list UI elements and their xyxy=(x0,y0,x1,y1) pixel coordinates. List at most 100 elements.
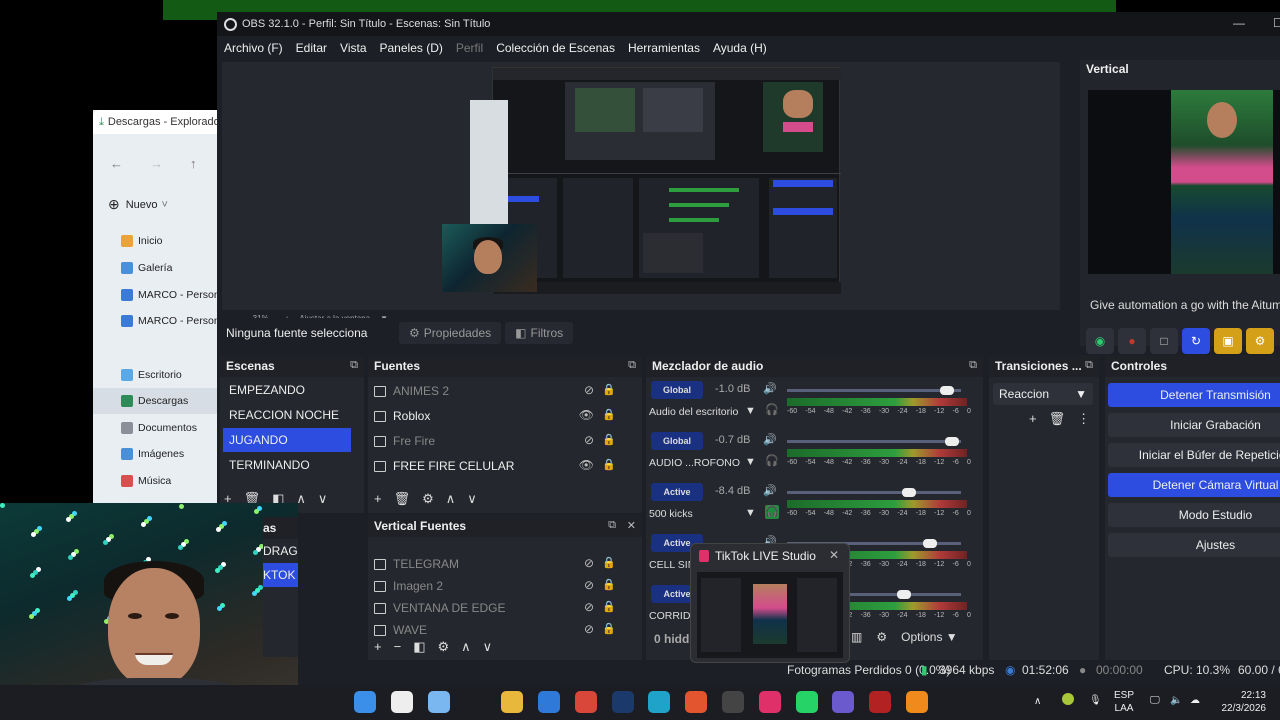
trash-icon[interactable]: 🗑 xyxy=(1049,411,1066,427)
lock-icon[interactable]: 🔒 xyxy=(602,556,616,569)
down-icon[interactable]: ∨ xyxy=(318,491,328,507)
square-icon[interactable]: □ xyxy=(1150,328,1178,354)
chevron-up-icon[interactable]: ∧ xyxy=(1034,695,1041,708)
menu-item[interactable]: Vista xyxy=(340,41,366,55)
scene-item[interactable]: REACCION NOCHE xyxy=(223,403,351,427)
up-icon[interactable]: ∧ xyxy=(446,491,456,507)
menu-item[interactable]: Archivo (F) xyxy=(224,41,283,55)
scene-item[interactable]: EMPEZANDO xyxy=(223,378,351,402)
volume-knob[interactable] xyxy=(922,539,937,548)
language-indicator[interactable]: ESP LAA xyxy=(1114,689,1134,715)
tiktok-live-preview[interactable]: TikTok LIVE Studio ✕ xyxy=(690,543,850,663)
add-icon[interactable]: + xyxy=(374,639,382,655)
tray-app-icon[interactable] xyxy=(1062,693,1074,705)
eye-icon[interactable]: 👁 xyxy=(579,458,594,472)
lock-icon[interactable]: 🔒 xyxy=(602,433,616,446)
clock[interactable]: 22:13 22/3/2026 xyxy=(1216,689,1267,715)
speaker-icon[interactable]: 🔊 xyxy=(763,433,777,446)
refresh-icon[interactable]: ↻ xyxy=(1182,328,1210,354)
transition-select[interactable]: Reaccion ▼ xyxy=(993,383,1093,405)
source-item[interactable]: Roblox 👁 🔒 xyxy=(374,405,624,427)
eye-hidden-icon[interactable]: ⊘ xyxy=(584,556,594,570)
gear-icon[interactable]: ⚙ xyxy=(876,630,887,644)
lock-icon[interactable]: 🔒 xyxy=(602,458,616,471)
control-button[interactable]: Iniciar Grabación xyxy=(1108,413,1280,437)
minimize-icon[interactable]: — xyxy=(1233,16,1245,30)
channel-status-pill[interactable]: Global xyxy=(651,381,703,399)
eye-hidden-icon[interactable]: ⊘ xyxy=(584,383,594,397)
scene-item[interactable]: JUGANDO xyxy=(223,428,351,452)
chevron-down-icon[interactable]: ▼ xyxy=(745,456,756,468)
options-button[interactable]: Options ▼ xyxy=(901,630,958,644)
main-preview[interactable] xyxy=(222,62,1060,310)
volume-slider[interactable] xyxy=(787,386,961,395)
lock-icon[interactable]: 🔒 xyxy=(602,383,616,396)
vertical-source-item[interactable]: TELEGRAM ⊘ 🔒 xyxy=(374,553,624,575)
explorer-nav-item[interactable]: MARCO - Persona xyxy=(93,282,223,308)
more-icon[interactable]: ⋮ xyxy=(1077,411,1090,427)
lock-icon[interactable]: 🔒 xyxy=(602,622,616,635)
windows-start-icon[interactable] xyxy=(354,691,376,713)
volume-knob[interactable] xyxy=(945,437,960,446)
source-item[interactable]: Fre Fire ⊘ 🔒 xyxy=(374,430,624,452)
vertical-source-item[interactable]: WAVE ⊘ 🔒 xyxy=(374,619,624,641)
control-button[interactable]: Modo Estudio xyxy=(1108,503,1280,527)
edge-icon[interactable] xyxy=(648,691,671,713)
aitum-banner[interactable]: Give automation a go with the Aitum xyxy=(1090,298,1280,312)
settings-icon[interactable]: ⚙ xyxy=(1246,328,1274,354)
add-icon[interactable]: + xyxy=(1029,411,1037,427)
headphones-icon[interactable]: 🎧 xyxy=(765,403,779,417)
gear-icon[interactable]: ⚙ xyxy=(422,491,434,507)
explorer-nav-item[interactable]: MARCO - Persona xyxy=(93,308,223,334)
menu-item[interactable]: Ayuda (H) xyxy=(713,41,767,55)
explorer-nav-item[interactable]: Inicio xyxy=(93,228,223,254)
headphones-icon[interactable]: 🎧 xyxy=(765,454,779,468)
lock-icon[interactable]: 🔒 xyxy=(602,408,616,421)
eye-hidden-icon[interactable]: ⊘ xyxy=(584,622,594,636)
down-icon[interactable]: ∨ xyxy=(483,639,493,655)
undock-icon[interactable]: ⧉ xyxy=(969,359,977,372)
explorer-nav-item[interactable]: Escritorio xyxy=(93,362,223,388)
chevron-down-icon[interactable]: ▼ xyxy=(745,507,756,519)
eye-hidden-icon[interactable]: ⊘ xyxy=(584,600,594,614)
explorer-nav-item[interactable]: Música xyxy=(93,468,223,494)
properties-button[interactable]: ⚙ Propiedades xyxy=(399,322,502,344)
trash-icon[interactable]: 🗑 xyxy=(394,491,411,507)
forward-icon[interactable]: → xyxy=(150,156,163,171)
menu-item[interactable]: Editar xyxy=(296,41,327,55)
up-icon[interactable]: ∧ xyxy=(461,639,471,655)
back-icon[interactable]: ← xyxy=(110,156,123,171)
new-button[interactable]: ⊕ Nuevo ˅ xyxy=(108,196,168,213)
eye-hidden-icon[interactable]: ⊘ xyxy=(584,433,594,447)
tiktok-live-icon[interactable] xyxy=(758,691,781,713)
explorer-nav-item[interactable]: Descargas xyxy=(93,388,223,414)
volume-slider[interactable] xyxy=(787,488,961,497)
volume-knob[interactable] xyxy=(901,488,916,497)
volume-knob[interactable] xyxy=(896,590,911,599)
whatsapp-icon[interactable] xyxy=(795,691,818,713)
undock-icon[interactable]: ⧉ xyxy=(1085,359,1093,372)
brave-icon[interactable] xyxy=(685,691,708,713)
control-button[interactable]: Detener Transmisión xyxy=(1108,383,1280,407)
tiktok-icon[interactable] xyxy=(464,691,487,713)
down-icon[interactable]: ∨ xyxy=(467,491,477,507)
file-explorer-icon[interactable] xyxy=(501,691,524,713)
vertical-preview[interactable] xyxy=(1088,90,1280,274)
source-item[interactable]: FREE FIRE CELULAR 👁 🔒 xyxy=(374,455,624,477)
remove-icon[interactable]: − xyxy=(394,639,402,655)
menu-item[interactable]: Perfil xyxy=(456,41,483,55)
search-icon[interactable] xyxy=(390,691,413,713)
outlook-icon[interactable] xyxy=(538,691,560,713)
record-icon[interactable]: ● xyxy=(1118,328,1146,354)
menu-item[interactable]: Colección de Escenas xyxy=(496,41,615,55)
undock-icon[interactable]: ⧉ xyxy=(350,359,358,372)
control-button[interactable]: Detener Cámara Virtual xyxy=(1108,473,1280,497)
file-explorer-window[interactable]: ⤓ Descargas - Explorador ← → ↑ ⊕ Nuevo ˅ In… xyxy=(93,110,223,530)
control-button[interactable]: Ajustes xyxy=(1108,533,1280,557)
vertical-scene-item[interactable]: DRAGON B. xyxy=(263,539,298,563)
lock-icon[interactable]: 🔒 xyxy=(602,578,616,591)
gear-icon[interactable]: ⚙ xyxy=(437,639,449,655)
chevron-down-icon[interactable]: ▼ xyxy=(745,405,756,417)
add-icon[interactable]: + xyxy=(374,491,382,507)
close-icon[interactable]: ✕ xyxy=(829,548,839,562)
